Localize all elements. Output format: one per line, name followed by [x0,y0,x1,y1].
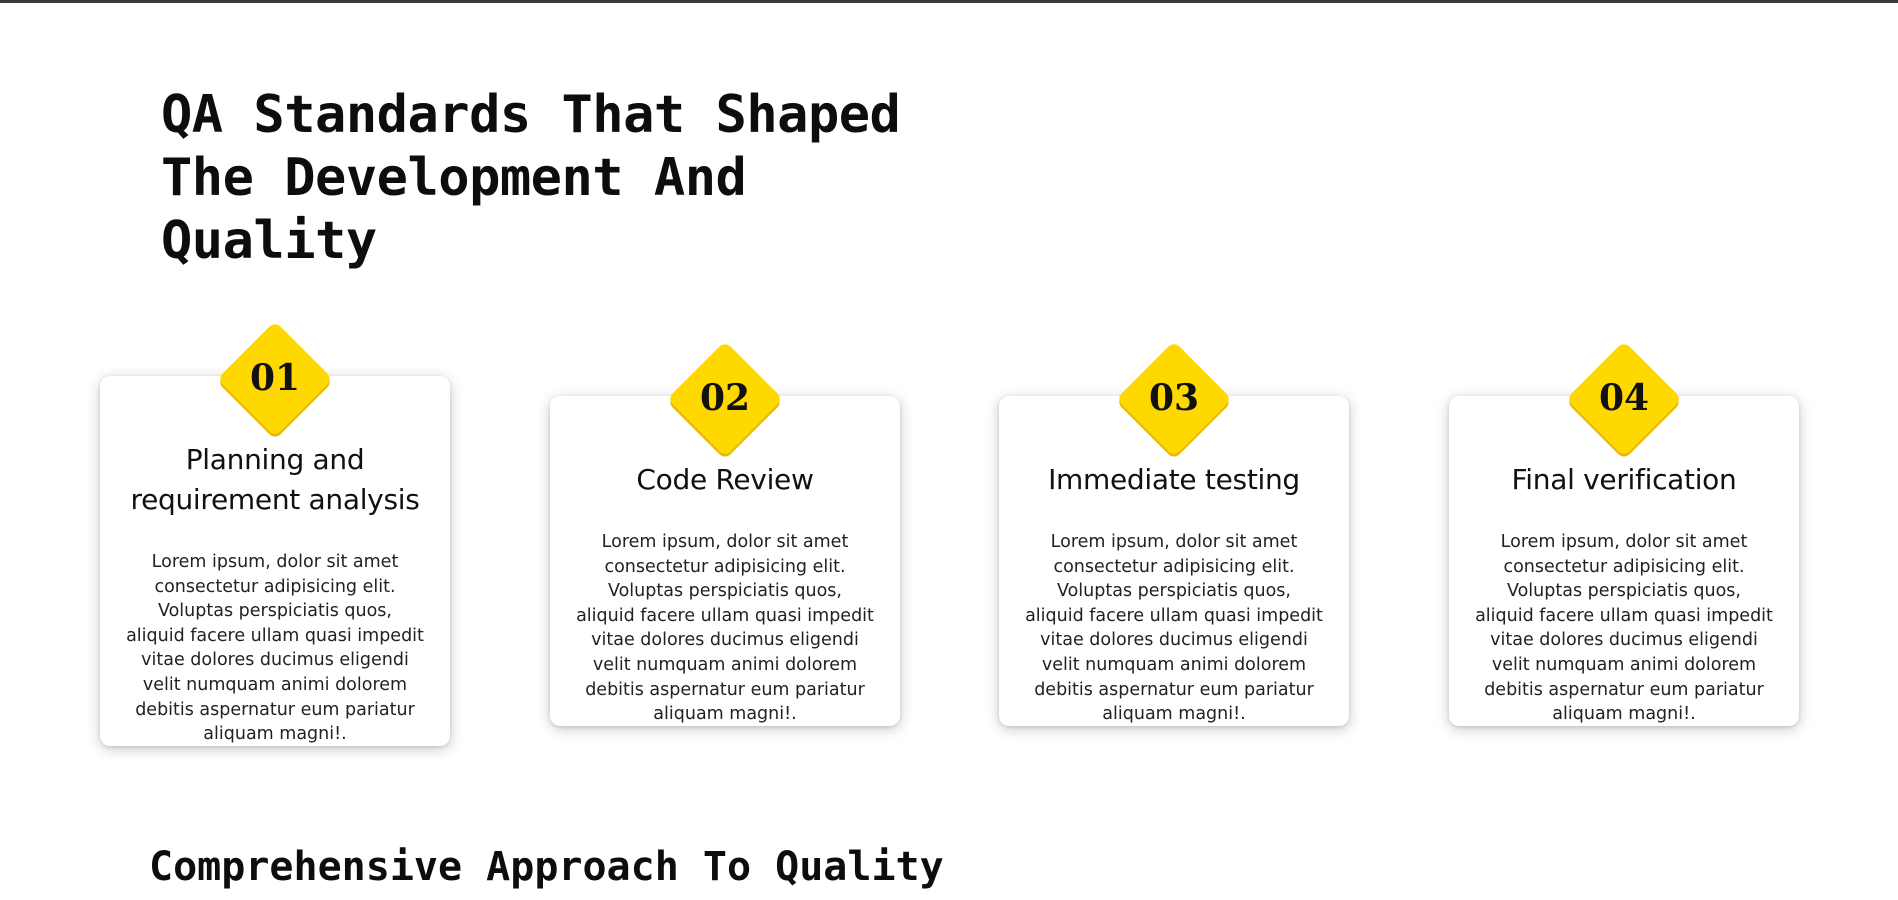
card-title: Final verification [1511,463,1737,496]
card-description: Lorem ipsum, dolor sit amet consectetur … [576,532,874,725]
card-number: 03 [1148,377,1200,419]
card-description: Lorem ipsum, dolor sit amet consectetur … [1475,532,1773,725]
card-title: Immediate testing [1048,463,1300,496]
card-title: Code Review [636,463,814,496]
qa-card-final-verification: 04 Final verification Lorem ipsum, dolor… [1449,341,1799,726]
card-description: Lorem ipsum, dolor sit amet consectetur … [126,552,424,745]
qa-card-immediate-testing: 03 Immediate testing Lorem ipsum, dolor … [999,341,1349,726]
card-title: Planning and requirement analysis [130,443,420,516]
qa-card-planning: 01 Planning and requirement analysis Lor… [100,321,450,746]
card-number: 04 [1598,377,1650,419]
qa-card-code-review: 02 Code Review Lorem ipsum, dolor sit am… [550,341,900,726]
card-number: 02 [699,377,751,419]
page-title: QA Standards That Shaped The Development… [161,85,901,271]
card-number: 01 [249,357,301,399]
top-border [0,0,1898,3]
section-heading: Comprehensive Approach To Quality [149,844,944,890]
card-description: Lorem ipsum, dolor sit amet consectetur … [1025,532,1323,725]
